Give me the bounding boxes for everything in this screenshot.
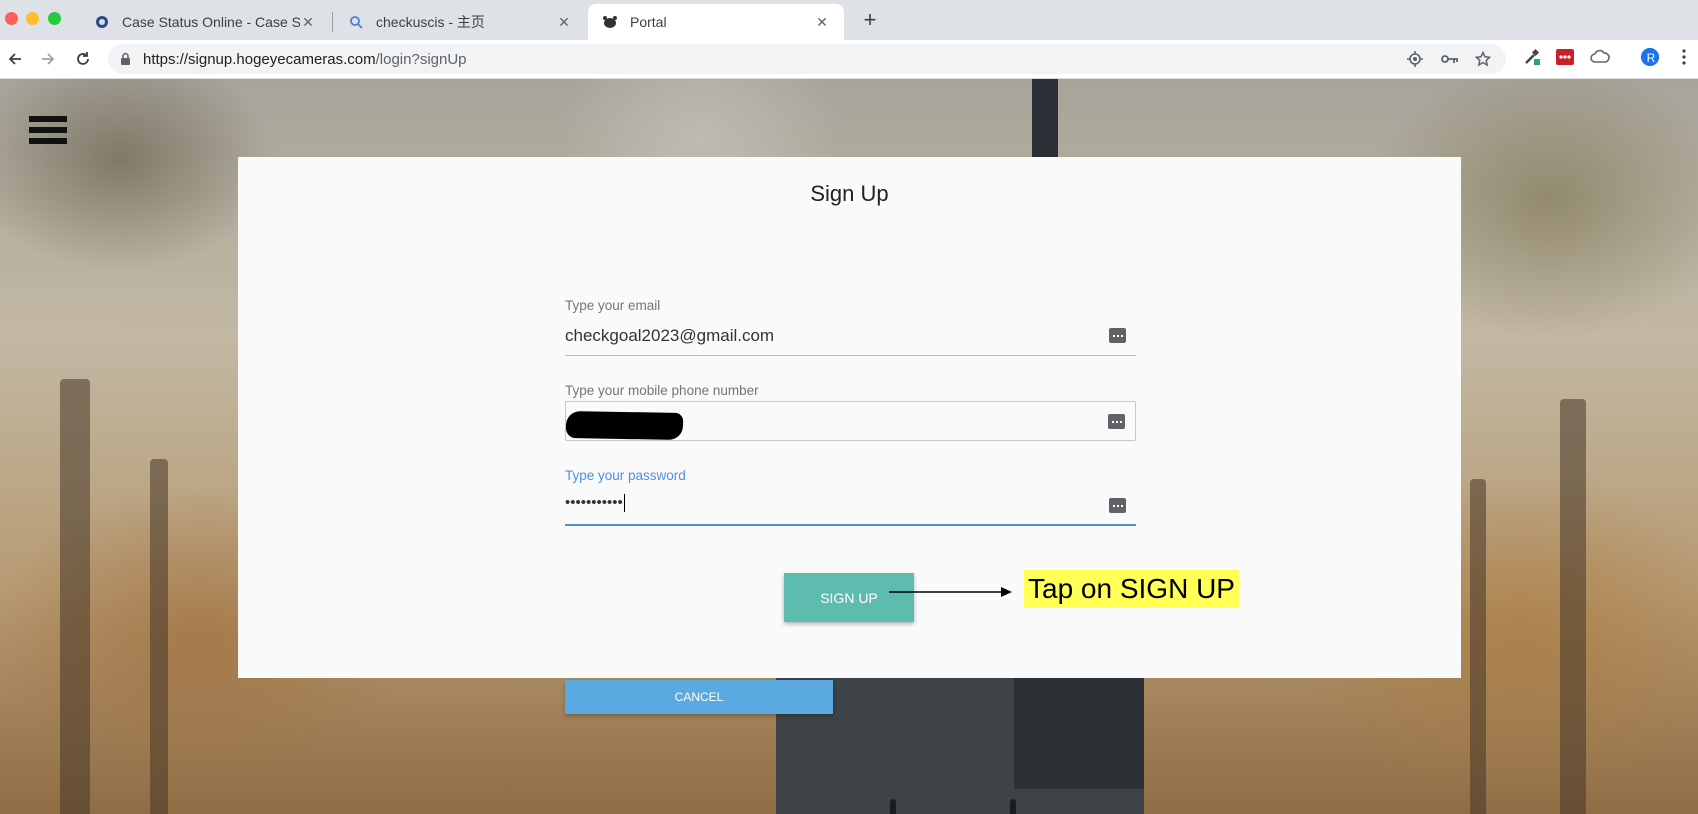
new-tab-button[interactable]: +: [858, 8, 882, 32]
profile-initial: R: [1646, 51, 1656, 65]
browser-toolbar: https://signup.hogeyecameras.com/login?s…: [0, 40, 1698, 79]
email-field: Type your email checkgoal2023@gmail.com: [565, 298, 1136, 356]
password-field: Type your password •••••••••••: [565, 468, 1136, 526]
lock-icon: [120, 52, 131, 70]
tab-checkuscis[interactable]: checkuscis - 主页 ✕: [334, 4, 586, 40]
bear-logo-icon: [602, 14, 618, 30]
password-label: Type your password: [565, 468, 686, 483]
lastpass-extension-icon[interactable]: [1555, 47, 1575, 67]
email-label: Type your email: [565, 298, 661, 313]
tab-case-status[interactable]: Case Status Online - Case Stat ✕: [80, 4, 330, 40]
search-icon: [348, 14, 364, 30]
autofill-key-icon[interactable]: [1109, 328, 1126, 343]
email-input[interactable]: checkgoal2023@gmail.com: [565, 316, 1136, 356]
location-icon[interactable]: [1406, 50, 1424, 68]
tab-title: Case Status Online - Case Stat: [122, 14, 300, 30]
url-host: https://signup.hogeyecameras.com: [143, 51, 376, 68]
annotation-callout: Tap on SIGN UP: [1024, 570, 1239, 608]
maximize-window-button[interactable]: [48, 12, 61, 25]
signup-card: Sign Up Type your email checkgoal2023@gm…: [238, 157, 1461, 714]
key-icon[interactable]: [1441, 50, 1459, 68]
url-path: /login?signUp: [375, 51, 467, 68]
autofill-key-icon[interactable]: [1108, 414, 1125, 429]
email-value: checkgoal2023@gmail.com: [565, 326, 775, 345]
password-input[interactable]: •••••••••••: [565, 486, 1136, 526]
minimize-window-button[interactable]: [26, 12, 39, 25]
tab-title: checkuscis - 主页: [376, 14, 485, 30]
password-mask: •••••••••••: [565, 494, 623, 511]
page-title: Sign Up: [810, 181, 889, 206]
close-window-button[interactable]: [5, 12, 18, 25]
hamburger-menu-icon[interactable]: [29, 116, 67, 148]
back-arrow-icon: [8, 53, 21, 65]
more-menu-icon[interactable]: [1674, 47, 1694, 67]
phone-label: Type your mobile phone number: [565, 383, 759, 398]
autofill-key-icon[interactable]: [1109, 498, 1126, 513]
forward-button[interactable]: [37, 48, 59, 70]
close-tab-icon[interactable]: ✕: [814, 14, 830, 31]
password-value: •••••••••••: [565, 494, 625, 513]
close-tab-icon[interactable]: ✕: [300, 14, 316, 31]
phone-field: Type your mobile phone number: [565, 383, 1136, 441]
phone-input[interactable]: [565, 401, 1136, 441]
text-caret: [623, 494, 625, 513]
eyedropper-extension-icon[interactable]: [1522, 47, 1542, 67]
uscis-seal-icon: [94, 14, 110, 30]
back-button[interactable]: [4, 48, 26, 70]
tab-divider: [332, 12, 333, 32]
portal-page: Sign Up Type your email checkgoal2023@gm…: [0, 79, 1698, 814]
cloud-extension-icon[interactable]: [1590, 47, 1610, 67]
annotation-arrow: [889, 587, 1012, 597]
profile-avatar[interactable]: R: [1640, 47, 1660, 67]
redacted-phone-mark: [565, 410, 684, 441]
tab-title: Portal: [630, 14, 667, 30]
reload-button[interactable]: [72, 48, 94, 70]
forward-arrow-icon: [42, 53, 55, 65]
tab-portal[interactable]: Portal ✕: [588, 4, 844, 40]
url-text: https://signup.hogeyecameras.com/login?s…: [143, 51, 467, 68]
cancel-button[interactable]: CANCEL: [565, 680, 833, 714]
tab-strip: Case Status Online - Case Stat ✕ checkus…: [0, 0, 1698, 40]
close-tab-icon[interactable]: ✕: [556, 14, 572, 31]
reload-icon: [77, 52, 89, 65]
address-bar[interactable]: https://signup.hogeyecameras.com/login?s…: [108, 44, 1506, 74]
bookmark-star-icon[interactable]: [1474, 50, 1492, 68]
